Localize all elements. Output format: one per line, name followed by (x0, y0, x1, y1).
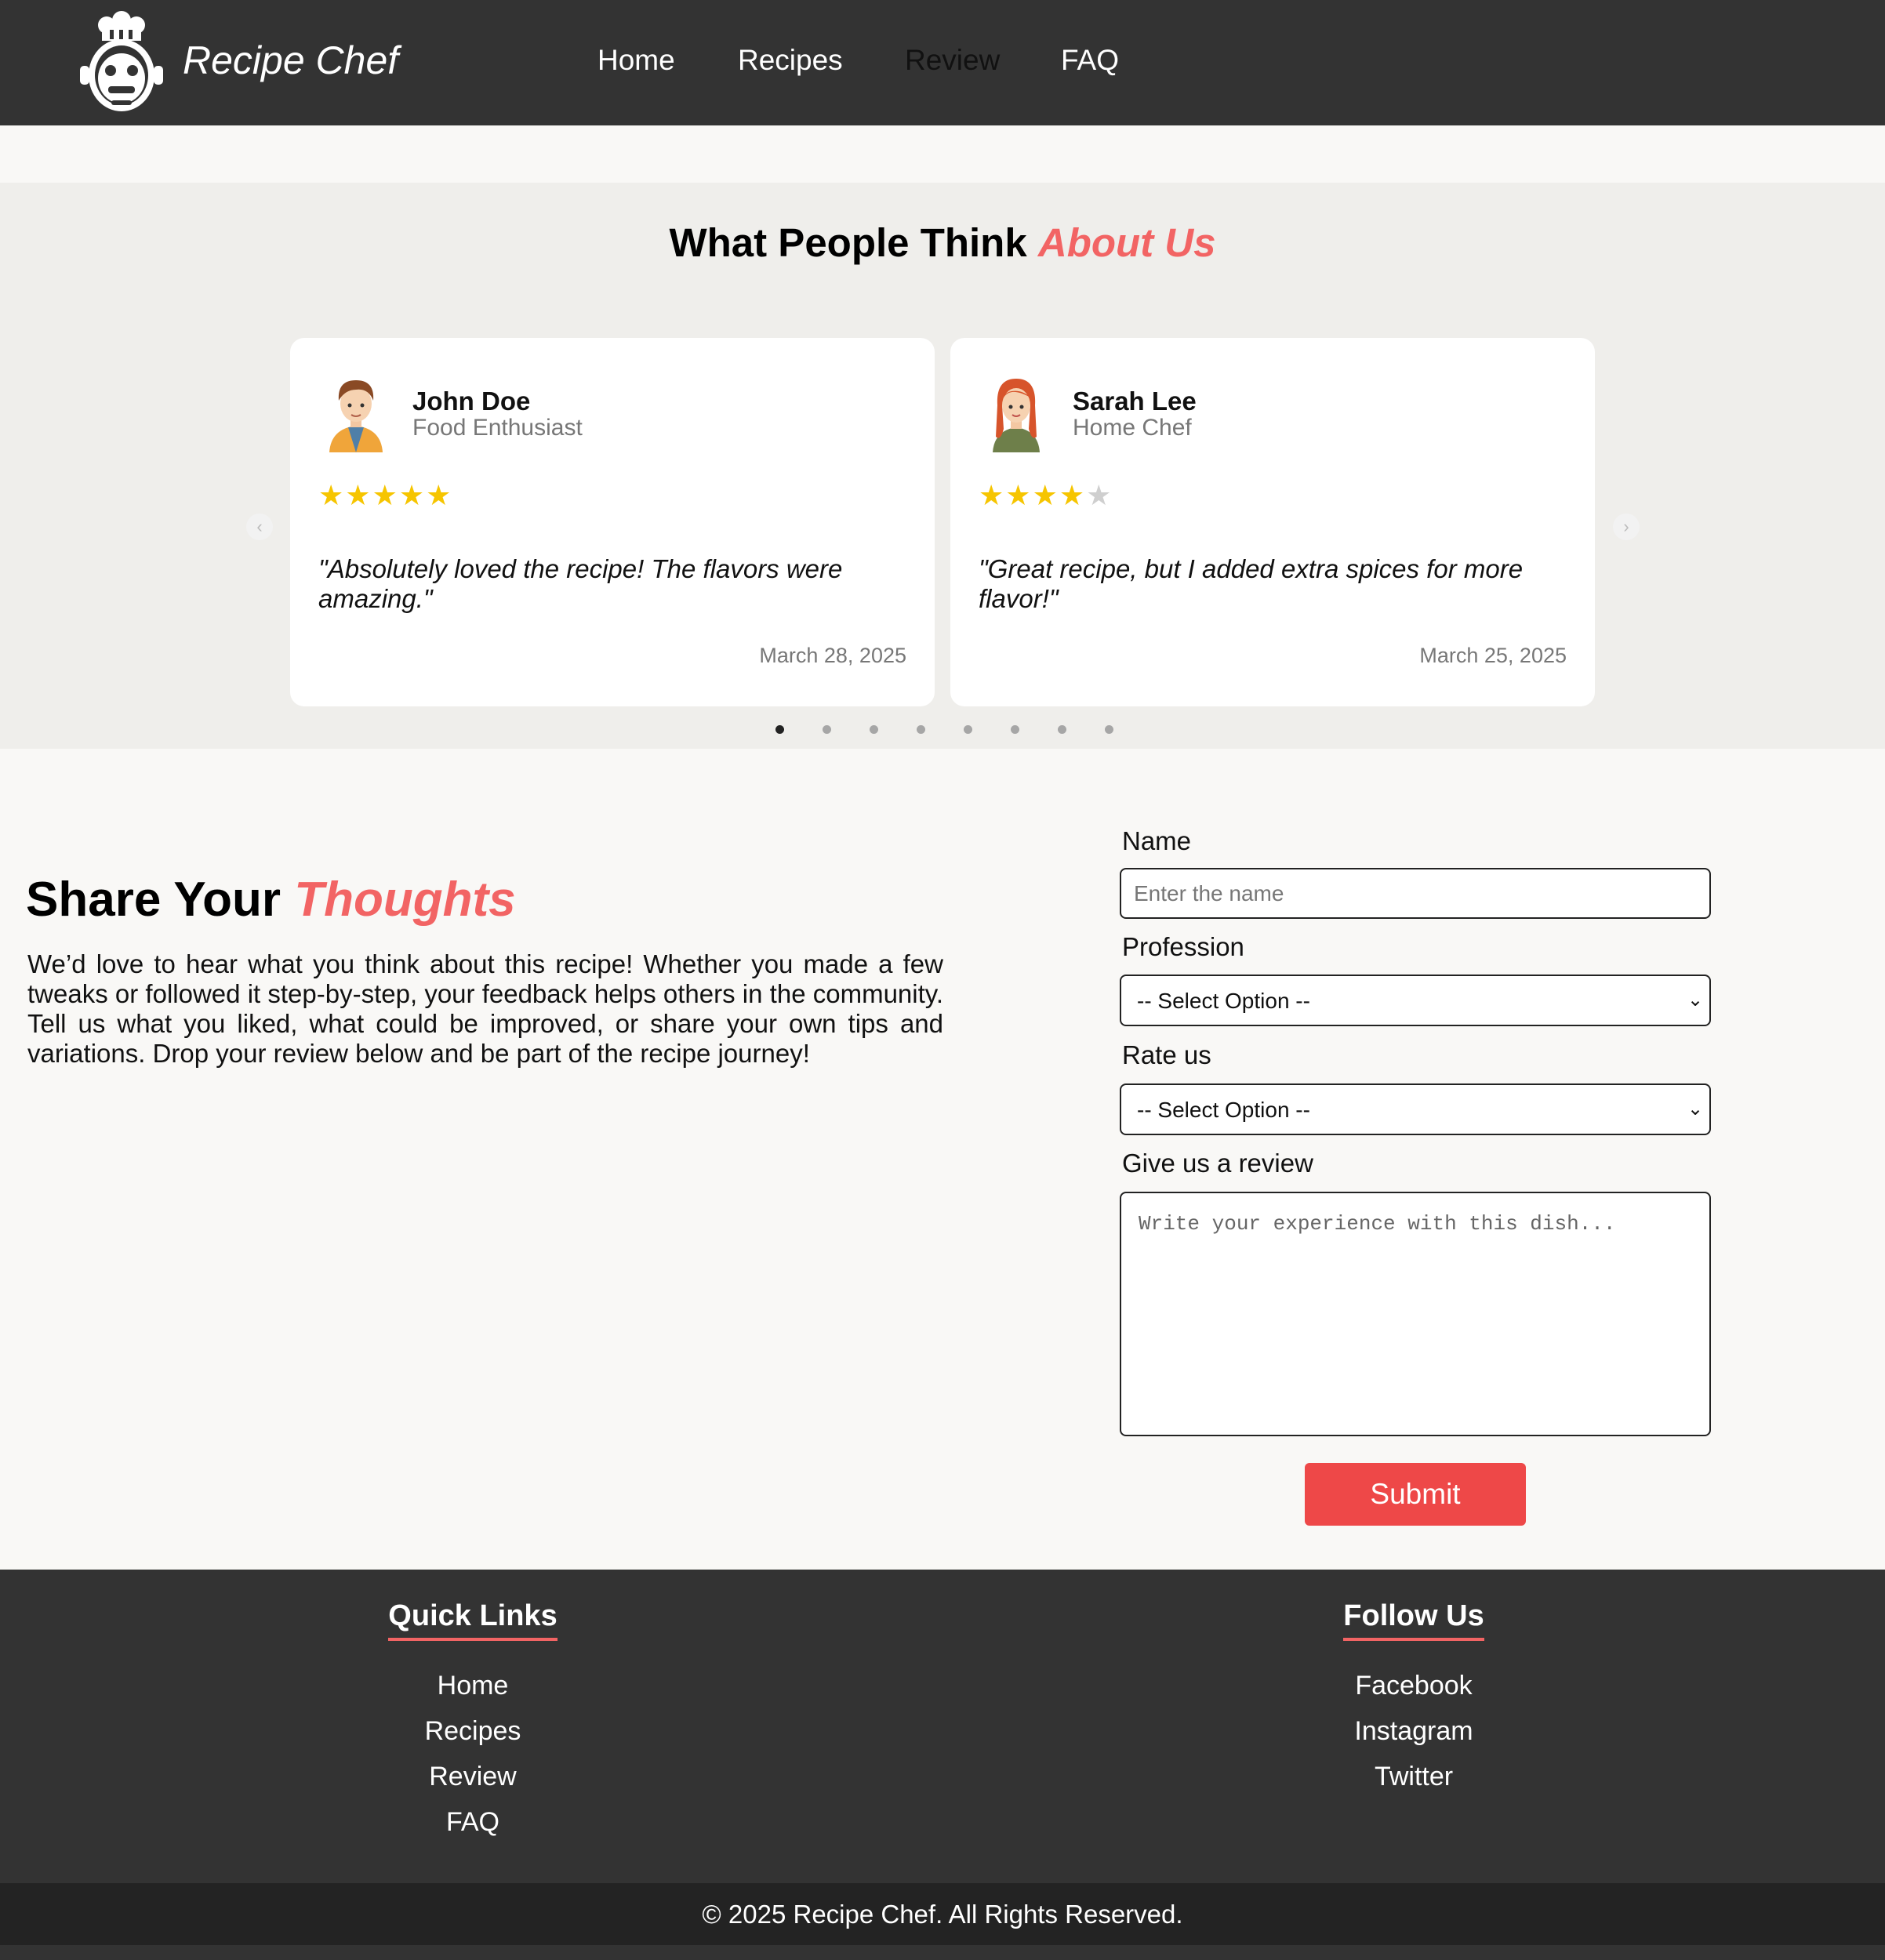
review-date: March 28, 2025 (759, 644, 906, 667)
bottom-strip (0, 1945, 1885, 1960)
star-filled-icon: ★ (1059, 479, 1087, 511)
footer-link-home[interactable]: Home (277, 1663, 669, 1708)
female-avatar-icon (993, 379, 1040, 452)
carousel-dot[interactable] (823, 725, 831, 734)
chevron-left-icon: ‹ (256, 517, 263, 536)
star-rating: ★★★★★ (979, 479, 1113, 512)
reviewer-role: Home Chef (1073, 415, 1192, 441)
chevron-down-icon: ⌄ (1687, 989, 1704, 1011)
nav-recipes[interactable]: Recipes (738, 44, 843, 77)
star-filled-icon: ★ (318, 479, 346, 511)
nav-review[interactable]: Review (905, 44, 1000, 77)
footer-link-faq[interactable]: FAQ (277, 1799, 669, 1845)
testimonial-card: John Doe Food Enthusiast ★★★★★ "Absolute… (290, 338, 935, 706)
testimonials-title-main: What People Think (669, 220, 1038, 265)
review-textarea[interactable] (1120, 1192, 1711, 1436)
star-filled-icon: ★ (1032, 479, 1059, 511)
star-filled-icon: ★ (345, 479, 372, 511)
follow-us-column: Follow Us Facebook Instagram Twitter (1218, 1599, 1610, 1799)
carousel-dot[interactable] (1011, 725, 1019, 734)
carousel-prev-button[interactable]: ‹ (246, 514, 273, 540)
site-header: Recipe Chef Home Recipes Review FAQ (0, 0, 1885, 125)
site-footer: Quick Links Home Recipes Review FAQ Foll… (0, 1570, 1885, 1883)
review-label: Give us a review (1122, 1149, 1313, 1178)
rate-label: Rate us (1122, 1040, 1211, 1069)
carousel-dot[interactable] (964, 725, 972, 734)
star-filled-icon: ★ (1005, 479, 1033, 511)
share-title-main: Share Your (26, 873, 295, 927)
submit-button[interactable]: Submit (1305, 1463, 1526, 1526)
footer-link-facebook[interactable]: Facebook (1218, 1663, 1610, 1708)
star-filled-icon: ★ (398, 479, 427, 511)
footer-link-recipes[interactable]: Recipes (277, 1708, 669, 1754)
follow-us-title: Follow Us (1343, 1599, 1484, 1641)
carousel-dots (0, 725, 1885, 735)
profession-select[interactable]: -- Select Option -- (1120, 975, 1711, 1026)
carousel-dot[interactable] (870, 725, 878, 734)
nav-home[interactable]: Home (597, 44, 675, 77)
carousel-dot[interactable] (1058, 725, 1066, 734)
share-title: Share Your Thoughts (26, 872, 516, 927)
profession-label: Profession (1122, 932, 1244, 961)
review-quote: "Absolutely loved the recipe! The flavor… (318, 554, 843, 613)
testimonial-card: Sarah Lee Home Chef ★★★★★ "Great recipe,… (950, 338, 1595, 706)
name-label: Name (1122, 826, 1192, 855)
star-rating: ★★★★★ (318, 479, 452, 512)
copyright-bar: © 2025 Recipe Chef. All Rights Reserved. (0, 1883, 1885, 1945)
testimonials-title: What People Think About Us (0, 220, 1885, 266)
reviewer-name: John Doe (412, 387, 531, 416)
name-input[interactable] (1120, 868, 1711, 919)
footer-link-instagram[interactable]: Instagram (1218, 1708, 1610, 1754)
review-quote: "Great recipe, but I added extra spices … (979, 554, 1524, 613)
star-empty-icon: ★ (1086, 479, 1113, 511)
carousel-next-button[interactable]: › (1613, 514, 1640, 540)
share-title-accent: Thoughts (294, 873, 516, 927)
brand-name[interactable]: Recipe Chef (183, 38, 398, 83)
chevron-down-icon: ⌄ (1687, 1098, 1704, 1120)
carousel-dot[interactable] (1105, 725, 1113, 734)
chef-robot-logo-icon[interactable] (78, 11, 165, 114)
male-avatar-icon (329, 380, 383, 452)
footer-link-review[interactable]: Review (277, 1754, 669, 1799)
review-date: March 25, 2025 (1419, 644, 1567, 667)
reviewer-name: Sarah Lee (1073, 387, 1197, 416)
testimonials-section: What People Think About Us ‹ › John Doe … (0, 183, 1885, 749)
star-filled-icon: ★ (979, 479, 1006, 511)
rating-select[interactable]: -- Select Option -- (1120, 1083, 1711, 1135)
reviewer-role: Food Enthusiast (412, 415, 583, 441)
carousel-dot[interactable] (775, 725, 784, 734)
footer-link-twitter[interactable]: Twitter (1218, 1754, 1610, 1799)
quick-links-title: Quick Links (388, 1599, 558, 1641)
carousel-dot[interactable] (917, 725, 925, 734)
star-filled-icon: ★ (426, 479, 453, 511)
chevron-right-icon: › (1623, 517, 1629, 536)
star-filled-icon: ★ (372, 479, 399, 511)
quick-links-column: Quick Links Home Recipes Review FAQ (277, 1599, 669, 1845)
nav-faq[interactable]: FAQ (1061, 44, 1119, 77)
share-description: We’d love to hear what you think about t… (27, 949, 943, 1068)
testimonials-title-accent: About Us (1037, 220, 1216, 265)
